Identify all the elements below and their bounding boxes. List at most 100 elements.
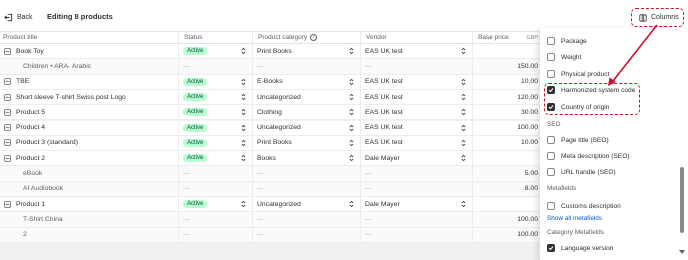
cell-variant-title[interactable]: AI Audiobook [0, 181, 179, 196]
column-header-price[interactable]: Base price GBP [473, 32, 543, 44]
cell-category-select[interactable]: Uncategorized [253, 197, 361, 212]
cell-status-empty: — [179, 166, 253, 181]
cell-category-select[interactable]: Print Books [253, 44, 361, 59]
checkbox-checked[interactable] [547, 244, 555, 252]
cell-price-input[interactable]: 150.00 [473, 59, 543, 74]
cell-vendor-select[interactable]: EAS UK test [361, 120, 473, 135]
scroll-down-icon[interactable] [679, 250, 685, 254]
column-option-label: Physical product [561, 70, 610, 78]
checkbox[interactable] [547, 136, 555, 144]
cell-vendor-select[interactable]: EAS UK test [361, 89, 473, 105]
select-chevron-icon [241, 139, 246, 147]
cell-status-select[interactable]: Active [179, 151, 253, 166]
cell-variant-title[interactable]: Children • ARA- Arabic [0, 59, 179, 74]
cell-vendor-empty: — [361, 166, 473, 181]
category-value: Clothing [257, 108, 282, 116]
cell-price-input[interactable]: 100.00 [473, 120, 543, 135]
cell-status-select[interactable]: Active [179, 89, 253, 105]
column-option[interactable]: Package [547, 35, 587, 47]
checkbox[interactable] [547, 202, 555, 210]
cell-category-select[interactable]: E-Books [253, 74, 361, 89]
cell-vendor-select[interactable]: Dale Mayer [361, 197, 473, 212]
category-value: Books [257, 154, 276, 162]
vendor-value: Dale Mayer [365, 200, 400, 208]
cell-price-input[interactable]: 120.00 [473, 89, 543, 105]
column-option[interactable]: Customs description [547, 200, 621, 212]
select-chevron-icon [349, 78, 354, 85]
cell-status-select[interactable]: Active [179, 105, 253, 120]
cell-title[interactable]: Product 4 [0, 120, 179, 135]
cell-title[interactable]: Book Toy [0, 44, 179, 59]
checkbox[interactable] [547, 152, 555, 160]
cell-category-select[interactable]: Uncategorized [253, 120, 361, 135]
cell-variant-title[interactable]: eBook [0, 166, 179, 181]
price-value: 10.00 [520, 139, 538, 147]
cell-category-select[interactable]: Books [253, 151, 361, 166]
product-icon [4, 124, 11, 132]
cell-category-select[interactable]: Uncategorized [253, 89, 361, 105]
product-title: Product 5 [16, 108, 46, 116]
cell-status-select[interactable]: Active [179, 74, 253, 89]
product-title: Product 1 [16, 200, 46, 208]
cell-price-input[interactable]: 100.00 [473, 212, 543, 227]
cell-title[interactable]: Short sleeve T-shirt Swiss post Logo [0, 89, 179, 105]
cell-category-empty: — [253, 227, 361, 242]
cell-price-input[interactable]: 30.00 [473, 105, 543, 120]
checkmark-icon [548, 246, 554, 251]
status-badge: Active [183, 138, 208, 147]
product-icon [4, 78, 11, 86]
exit-icon [4, 13, 13, 21]
column-header-category[interactable]: Product category? [253, 32, 361, 44]
column-option[interactable]: Page title (SEO) [547, 134, 609, 146]
column-option[interactable]: URL handle (SEO) [547, 166, 616, 178]
cell-title[interactable]: TBE [0, 74, 179, 89]
cell-price-input[interactable]: 100.00 [473, 227, 543, 242]
empty-value: — [183, 185, 190, 193]
cell-price-input[interactable]: 5.00 [473, 166, 543, 181]
cell-category-select[interactable]: Print Books [253, 135, 361, 151]
cell-category-select[interactable]: Clothing [253, 105, 361, 120]
checkbox[interactable] [547, 53, 555, 61]
cell-price-input[interactable]: 10.00 [473, 74, 543, 89]
cell-price-input[interactable]: 10.00 [473, 135, 543, 151]
product-icon [4, 154, 11, 162]
cell-title[interactable]: Product 5 [0, 105, 179, 120]
cell-title[interactable]: Product 2 [0, 151, 179, 166]
cell-variant-title[interactable]: 2 [0, 227, 179, 242]
column-option-label: URL handle (SEO) [561, 168, 616, 176]
help-icon[interactable]: ? [310, 33, 318, 41]
cell-price-input[interactable]: 8.00 [473, 181, 543, 196]
empty-value: — [365, 231, 372, 239]
annotation-highlight-columns-button [631, 8, 684, 27]
checkbox[interactable] [547, 37, 555, 45]
cell-price-input[interactable] [473, 151, 543, 166]
vendor-value: EAS UK test [365, 124, 403, 132]
column-option[interactable]: Language version [547, 242, 613, 254]
column-header-vendor[interactable]: Vendor [361, 32, 473, 44]
cell-status-select[interactable]: Active [179, 44, 253, 59]
column-option[interactable]: Physical product [547, 68, 609, 80]
cell-price-input[interactable] [473, 44, 543, 59]
cell-status-select[interactable]: Active [179, 120, 253, 135]
cell-status-select[interactable]: Active [179, 135, 253, 151]
back-button[interactable]: Back [4, 11, 33, 23]
panel-scrollbar[interactable] [680, 167, 684, 233]
empty-value: — [365, 185, 372, 193]
checkbox[interactable] [547, 168, 555, 176]
cell-vendor-select[interactable]: EAS UK test [361, 74, 473, 89]
cell-price-input[interactable] [473, 197, 543, 212]
column-header-title[interactable]: Product title [0, 32, 179, 44]
cell-title[interactable]: Product 1 [0, 197, 179, 212]
cell-vendor-select[interactable]: Dale Mayer [361, 151, 473, 166]
checkbox[interactable] [547, 70, 555, 78]
column-header-status[interactable]: Status [179, 32, 253, 44]
cell-vendor-select[interactable]: EAS UK test [361, 105, 473, 120]
show-all-metafields-link[interactable]: Show all metafields [547, 215, 602, 222]
cell-variant-title[interactable]: T-Shirt China [0, 212, 179, 227]
column-option[interactable]: Meta description (SEO) [547, 150, 630, 162]
cell-status-select[interactable]: Active [179, 197, 253, 212]
cell-vendor-select[interactable]: EAS UK test [361, 44, 473, 59]
cell-vendor-select[interactable]: EAS UK test [361, 135, 473, 151]
column-option[interactable]: Weight [547, 51, 581, 63]
cell-title[interactable]: Product 3 (standard) [0, 135, 179, 151]
